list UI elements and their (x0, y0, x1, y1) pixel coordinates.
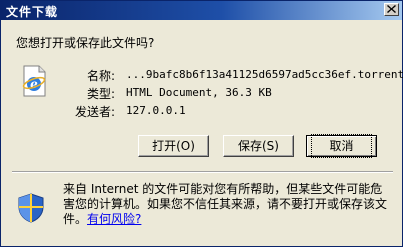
security-shield-icon (18, 193, 44, 223)
save-button[interactable]: 保存(S) (223, 135, 294, 157)
field-type-value: HTML Document, 36.3 KB (126, 86, 272, 99)
field-type-label: 类型: (87, 87, 116, 101)
field-sender-value: 127.0.0.1 (126, 104, 186, 117)
cancel-button[interactable]: 取消 (306, 134, 377, 158)
ie-document-icon: e (22, 65, 46, 97)
title-bar[interactable]: 文件下载 (1, 1, 402, 20)
field-name-label: 名称: (87, 69, 116, 83)
close-button[interactable] (384, 3, 399, 16)
field-sender-label: 发送者: (75, 105, 116, 119)
save-button-label: 保存(S) (238, 139, 279, 153)
risk-link[interactable]: 有何风险? (87, 212, 141, 226)
warning-message: 来自 Internet 的文件可能对您有所帮助，但某些文件可能危害您的计算机。如… (63, 182, 393, 227)
open-button-label: 打开(O) (152, 139, 195, 153)
divider (12, 171, 393, 173)
open-button[interactable]: 打开(O) (138, 135, 209, 157)
cancel-button-label: 取消 (311, 134, 372, 158)
question-text: 您想打开或保存此文件吗? (16, 36, 155, 50)
file-download-dialog: 文件下载 您想打开或保存此文件吗? e 名称: ...9bafc8b6f13a4… (0, 0, 403, 247)
window-title: 文件下载 (6, 5, 59, 19)
close-icon (387, 5, 396, 13)
field-name-value: ...9bafc8b6f13a41125d6597ad5cc36ef.torre… (126, 68, 403, 81)
